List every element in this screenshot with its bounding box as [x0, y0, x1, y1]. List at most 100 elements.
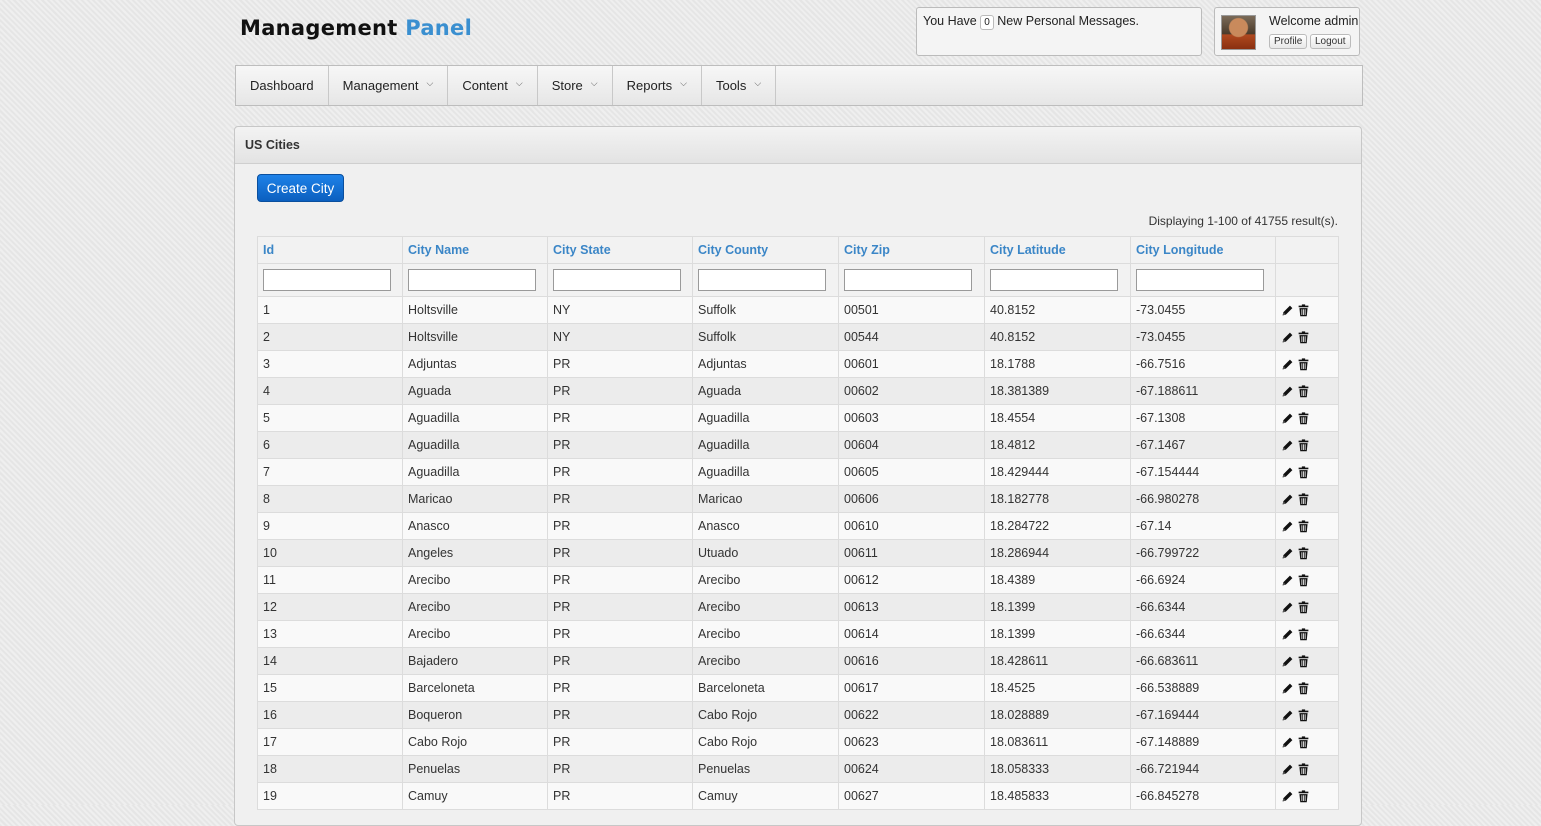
cell-city-county: Penuelas: [692, 755, 839, 783]
trash-icon[interactable]: [1297, 601, 1310, 614]
cell-city-latitude: 18.1399: [984, 620, 1131, 648]
filter-cell: [1130, 263, 1276, 297]
pencil-icon[interactable]: [1281, 304, 1294, 317]
pencil-icon[interactable]: [1281, 412, 1294, 425]
column-header-id[interactable]: Id: [257, 236, 403, 264]
trash-icon[interactable]: [1297, 466, 1310, 479]
cell-city-state: PR: [547, 620, 693, 648]
nav-store[interactable]: Store ⌵: [538, 66, 613, 105]
cell-city-longitude: -67.169444: [1130, 701, 1276, 729]
pencil-icon[interactable]: [1281, 466, 1294, 479]
trash-icon[interactable]: [1297, 655, 1310, 668]
table-row: 17 Cabo Rojo PR Cabo Rojo 00623 18.083611 -67.…: [257, 728, 1339, 756]
trash-icon[interactable]: [1297, 574, 1310, 587]
cell-id: 3: [257, 350, 403, 378]
logout-button[interactable]: Logout: [1310, 34, 1351, 49]
cell-id: 17: [257, 728, 403, 756]
app-logo[interactable]: Management Panel: [240, 16, 472, 40]
trash-icon[interactable]: [1297, 358, 1310, 371]
filter-city-zip-input[interactable]: [844, 269, 972, 291]
cell-id: 11: [257, 566, 403, 594]
trash-icon[interactable]: [1297, 304, 1310, 317]
pencil-icon[interactable]: [1281, 763, 1294, 776]
cell-city-county: Adjuntas: [692, 350, 839, 378]
pencil-icon[interactable]: [1281, 547, 1294, 560]
row-actions: [1275, 512, 1339, 540]
pencil-icon[interactable]: [1281, 439, 1294, 452]
pencil-icon[interactable]: [1281, 520, 1294, 533]
pencil-icon[interactable]: [1281, 655, 1294, 668]
trash-icon[interactable]: [1297, 736, 1310, 749]
pencil-icon[interactable]: [1281, 358, 1294, 371]
nav-content[interactable]: Content ⌵: [448, 66, 538, 105]
nav-reports[interactable]: Reports ⌵: [613, 66, 702, 105]
trash-icon[interactable]: [1297, 547, 1310, 560]
column-header-city-county[interactable]: City County: [692, 236, 839, 264]
trash-icon[interactable]: [1297, 412, 1310, 425]
pencil-icon[interactable]: [1281, 574, 1294, 587]
trash-icon[interactable]: [1297, 709, 1310, 722]
pencil-icon[interactable]: [1281, 385, 1294, 398]
chevron-down-icon: ⌵: [590, 78, 598, 88]
cell-city-longitude: -67.14: [1130, 512, 1276, 540]
column-header-city-state[interactable]: City State: [547, 236, 693, 264]
trash-icon[interactable]: [1297, 763, 1310, 776]
trash-icon[interactable]: [1297, 331, 1310, 344]
row-actions: [1275, 404, 1339, 432]
cell-city-latitude: 18.182778: [984, 485, 1131, 513]
cell-id: 1: [257, 296, 403, 324]
filter-city-latitude-input[interactable]: [990, 269, 1118, 291]
chevron-down-icon: ⌵: [754, 78, 762, 88]
column-header-city-longitude[interactable]: City Longitude: [1130, 236, 1276, 264]
cell-city-longitude: -67.1467: [1130, 431, 1276, 459]
pencil-icon[interactable]: [1281, 601, 1294, 614]
trash-icon[interactable]: [1297, 520, 1310, 533]
messages-count-badge[interactable]: 0: [980, 15, 994, 30]
filter-city-longitude-input[interactable]: [1136, 269, 1264, 291]
cell-city-state: PR: [547, 755, 693, 783]
logo-accent-text: Panel: [405, 16, 473, 40]
nav-tools[interactable]: Tools ⌵: [702, 66, 777, 105]
trash-icon[interactable]: [1297, 628, 1310, 641]
cell-city-county: Cabo Rojo: [692, 728, 839, 756]
cell-city-county: Aguadilla: [692, 404, 839, 432]
cell-city-county: Aguada: [692, 377, 839, 405]
cell-city-county: Suffolk: [692, 323, 839, 351]
cell-city-longitude: -73.0455: [1130, 323, 1276, 351]
chevron-down-icon: ⌵: [515, 78, 523, 88]
column-header-city-latitude[interactable]: City Latitude: [984, 236, 1131, 264]
profile-button[interactable]: Profile: [1269, 34, 1308, 49]
trash-icon[interactable]: [1297, 385, 1310, 398]
pencil-icon[interactable]: [1281, 331, 1294, 344]
table-row: 4 Aguada PR Aguada 00602 18.381389 -67.188611: [257, 377, 1339, 405]
create-city-button[interactable]: Create City: [257, 174, 344, 202]
pencil-icon[interactable]: [1281, 628, 1294, 641]
cell-city-state: PR: [547, 728, 693, 756]
pencil-icon[interactable]: [1281, 493, 1294, 506]
cell-city-state: PR: [547, 485, 693, 513]
filter-city-county-input[interactable]: [698, 269, 826, 291]
trash-icon[interactable]: [1297, 439, 1310, 452]
pencil-icon[interactable]: [1281, 790, 1294, 803]
table-row: 7 Aguadilla PR Aguadilla 00605 18.429444 -67.1…: [257, 458, 1339, 486]
messages-prefix: You Have: [923, 14, 977, 28]
trash-icon[interactable]: [1297, 790, 1310, 803]
cell-city-longitude: -67.1308: [1130, 404, 1276, 432]
table-row: 1 Holtsville NY Suffolk 00501 40.8152 -73.0455: [257, 296, 1339, 324]
cell-city-zip: 00613: [838, 593, 985, 621]
column-header-city-zip[interactable]: City Zip: [838, 236, 985, 264]
pencil-icon[interactable]: [1281, 736, 1294, 749]
pencil-icon[interactable]: [1281, 709, 1294, 722]
filter-city-name-input[interactable]: [408, 269, 536, 291]
row-actions: [1275, 755, 1339, 783]
pencil-icon[interactable]: [1281, 682, 1294, 695]
cell-city-zip: 00616: [838, 647, 985, 675]
nav-management[interactable]: Management ⌵: [329, 66, 449, 105]
nav-dashboard[interactable]: Dashboard: [236, 66, 329, 105]
filter-city-state-input[interactable]: [553, 269, 681, 291]
trash-icon[interactable]: [1297, 493, 1310, 506]
cell-city-longitude: -66.980278: [1130, 485, 1276, 513]
filter-id-input[interactable]: [263, 269, 391, 291]
column-header-city-name[interactable]: City Name: [402, 236, 548, 264]
trash-icon[interactable]: [1297, 682, 1310, 695]
